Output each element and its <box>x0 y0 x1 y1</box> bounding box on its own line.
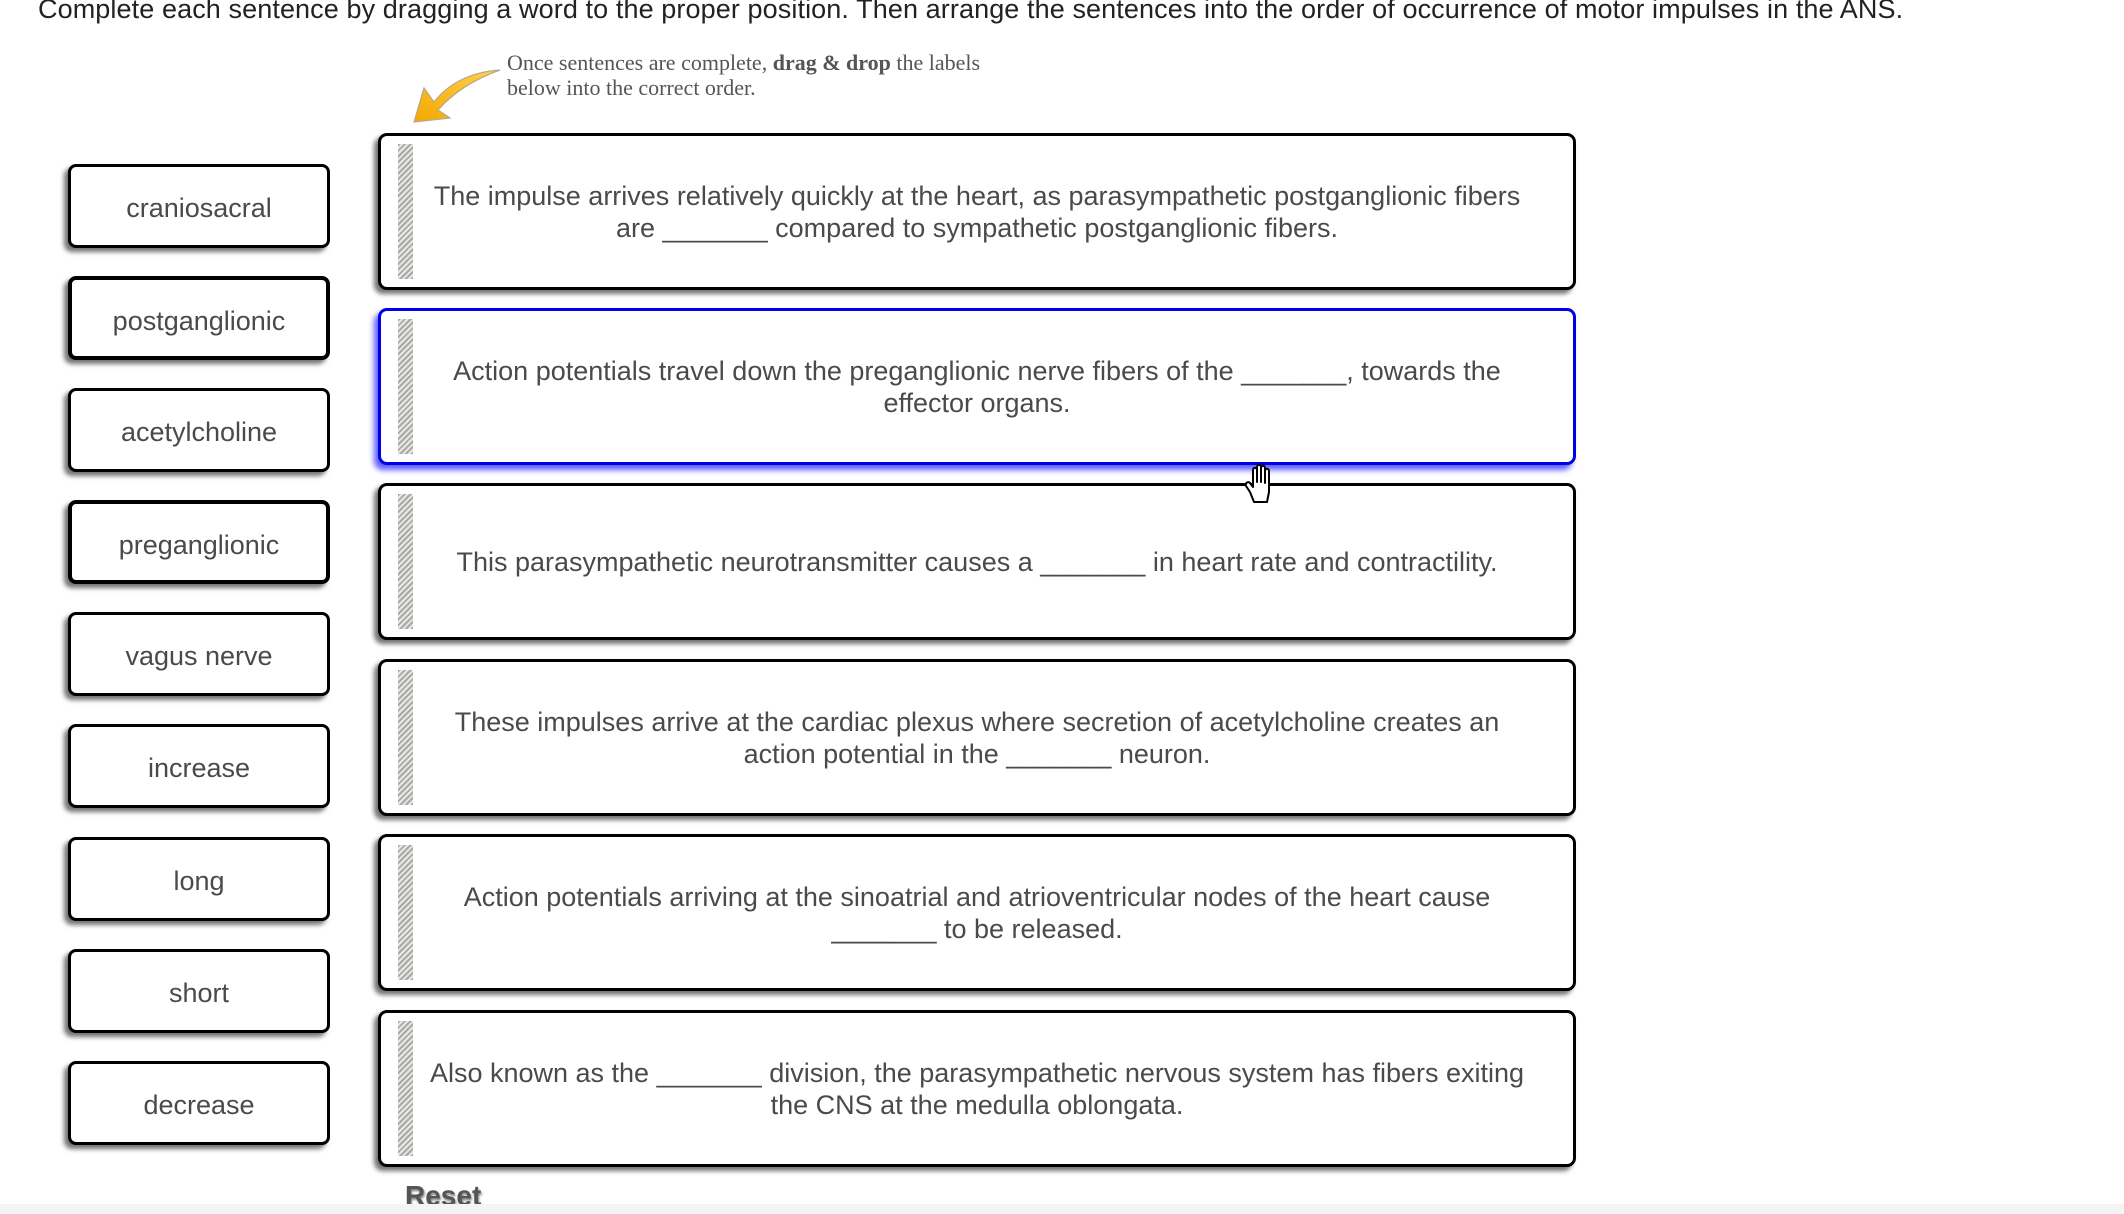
hint-bold: drag & drop <box>772 50 891 75</box>
sentence-text: The impulse arrives relatively quickly a… <box>433 180 1521 243</box>
sentence-card[interactable]: The impulse arrives relatively quickly a… <box>378 133 1576 290</box>
drag-handle-icon[interactable] <box>398 144 413 279</box>
drag-handle-icon[interactable] <box>398 494 413 629</box>
sentence-card[interactable]: These impulses arrive at the cardiac ple… <box>378 659 1576 816</box>
word-chip-vagus-nerve[interactable]: vagus nerve <box>68 612 330 696</box>
sentence-text: Action potentials travel down the pregan… <box>453 355 1501 418</box>
sentence-card[interactable]: This parasympathetic neurotransmitter ca… <box>378 483 1576 640</box>
hand-cursor-icon <box>1244 463 1270 503</box>
footer-band <box>0 1204 2124 1214</box>
sentence-text: These impulses arrive at the cardiac ple… <box>454 706 1500 769</box>
word-chip-short[interactable]: short <box>68 949 330 1033</box>
drag-handle-icon[interactable] <box>398 1021 413 1156</box>
hint-prefix: Once sentences are complete, <box>507 50 773 75</box>
drag-handle-icon[interactable] <box>398 670 413 805</box>
word-chip-long[interactable]: long <box>68 837 330 921</box>
word-chip-increase[interactable]: increase <box>68 724 330 808</box>
sentence-card[interactable]: Action potentials arriving at the sinoat… <box>378 834 1576 991</box>
instructions-heading: Complete each sentence by dragging a wor… <box>38 0 1904 24</box>
sentence-card[interactable]: Also known as the _______ division, the … <box>378 1010 1576 1167</box>
sentence-card-selected[interactable]: Action potentials travel down the pregan… <box>378 308 1576 465</box>
word-chip-postganglionic[interactable]: postganglionic <box>68 276 330 360</box>
word-chip-craniosacral[interactable]: craniosacral <box>68 164 330 248</box>
sentence-text: Also known as the _______ division, the … <box>429 1057 1525 1120</box>
drag-handle-icon[interactable] <box>398 319 413 454</box>
curved-arrow-icon <box>413 69 501 123</box>
word-chip-acetylcholine[interactable]: acetylcholine <box>68 388 330 472</box>
drag-handle-icon[interactable] <box>398 845 413 980</box>
word-chip-decrease[interactable]: decrease <box>68 1061 330 1145</box>
sentence-text: This parasympathetic neurotransmitter ca… <box>456 546 1498 577</box>
sentence-text: Action potentials arriving at the sinoat… <box>463 881 1491 944</box>
word-chip-preganglionic[interactable]: preganglionic <box>68 500 330 584</box>
drag-drop-hint: Once sentences are complete, drag & drop… <box>507 50 1027 100</box>
